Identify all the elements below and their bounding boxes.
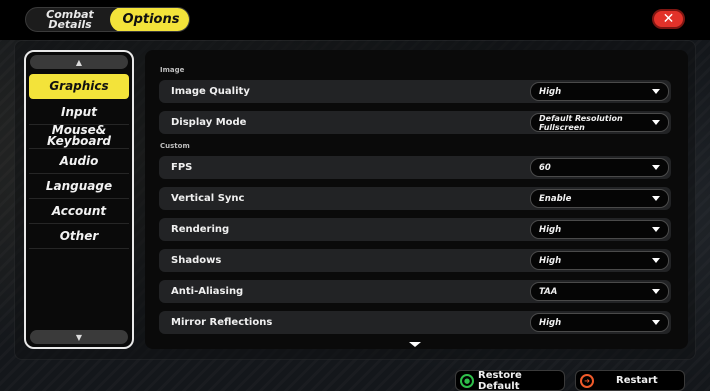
setting-label: Image Quality <box>171 86 250 97</box>
setting-row-image-quality: Image Quality High <box>159 80 671 103</box>
caret-down-icon <box>652 227 660 232</box>
anti-aliasing-dropdown[interactable]: TAA <box>530 282 669 301</box>
caret-down-icon <box>652 120 660 125</box>
close-icon: ✕ <box>662 11 675 27</box>
scroll-more-icon[interactable] <box>409 342 421 347</box>
setting-row-anti-aliasing: Anti-Aliasing TAA <box>159 280 671 303</box>
caret-down-icon <box>652 320 660 325</box>
chevron-up-icon: ▲ <box>75 57 83 67</box>
caret-down-icon <box>652 89 660 94</box>
close-button[interactable]: ✕ <box>652 9 685 29</box>
dropdown-value: 60 <box>539 162 551 173</box>
display-mode-dropdown[interactable]: Default Resolution Fullscreen <box>530 113 669 132</box>
sidebar-scroll-up-button[interactable]: ▲ <box>30 55 128 69</box>
sidebar-scroll-down-button[interactable]: ▼ <box>30 330 128 344</box>
dropdown-value: High <box>539 224 562 235</box>
sidebar-item-graphics[interactable]: Graphics <box>29 74 129 99</box>
setting-label: Mirror Reflections <box>171 317 273 328</box>
image-quality-dropdown[interactable]: High <box>530 82 669 101</box>
restart-button[interactable]: ➜ Restart <box>575 370 685 391</box>
dropdown-value: High <box>539 317 562 328</box>
restore-circle-icon: ● <box>460 374 474 388</box>
tab-switcher: Combat Details Options <box>25 7 190 32</box>
vertical-sync-dropdown[interactable]: Enable <box>530 189 669 208</box>
caret-down-icon <box>652 289 660 294</box>
setting-row-vertical-sync: Vertical Sync Enable <box>159 187 671 210</box>
setting-label: FPS <box>171 162 193 173</box>
tab-options[interactable]: Options <box>110 8 189 31</box>
sidebar-item-account[interactable]: Account <box>29 199 129 224</box>
section-label-custom: Custom <box>160 142 190 150</box>
dropdown-value: Enable <box>539 193 572 204</box>
sidebar-item-audio[interactable]: Audio <box>29 149 129 174</box>
caret-down-icon <box>652 258 660 263</box>
setting-row-fps: FPS 60 <box>159 156 671 179</box>
rendering-dropdown[interactable]: High <box>530 220 669 239</box>
shadows-dropdown[interactable]: High <box>530 251 669 270</box>
dropdown-value: Default Resolution Fullscreen <box>539 113 623 132</box>
sidebar-item-input[interactable]: Input <box>29 100 129 125</box>
setting-label: Vertical Sync <box>171 193 245 204</box>
setting-label: Anti-Aliasing <box>171 286 244 297</box>
setting-label: Shadows <box>171 255 222 266</box>
sidebar-item-language[interactable]: Language <box>29 174 129 199</box>
caret-down-icon <box>652 196 660 201</box>
setting-label: Rendering <box>171 224 230 235</box>
section-label-image: Image <box>160 66 185 74</box>
restore-default-button[interactable]: ● Restore Default <box>455 370 565 391</box>
chevron-down-icon: ▼ <box>75 332 83 342</box>
top-bar: Combat Details Options ✕ <box>0 0 710 40</box>
dropdown-value: High <box>539 86 562 97</box>
fps-dropdown[interactable]: 60 <box>530 158 669 177</box>
restore-default-label: Restore Default <box>478 369 522 391</box>
dropdown-value: TAA <box>539 286 558 297</box>
setting-row-display-mode: Display Mode Default Resolution Fullscre… <box>159 111 671 134</box>
setting-row-rendering: Rendering High <box>159 218 671 241</box>
mirror-reflections-dropdown[interactable]: High <box>530 313 669 332</box>
sidebar-item-mouse-keyboard[interactable]: Mouse& Keyboard <box>29 124 129 149</box>
setting-label: Display Mode <box>171 117 247 128</box>
setting-row-mirror-reflections: Mirror Reflections High <box>159 311 671 334</box>
sidebar-item-other[interactable]: Other <box>29 224 129 249</box>
category-sidebar: ▲ Graphics Input Mouse& Keyboard Audio L… <box>24 50 134 349</box>
tab-combat-details[interactable]: Combat Details <box>26 8 110 31</box>
restart-arrow-icon: ➜ <box>580 374 594 388</box>
restart-label: Restart <box>616 375 658 386</box>
setting-row-shadows: Shadows High <box>159 249 671 272</box>
caret-down-icon <box>652 165 660 170</box>
dropdown-value: High <box>539 255 562 266</box>
